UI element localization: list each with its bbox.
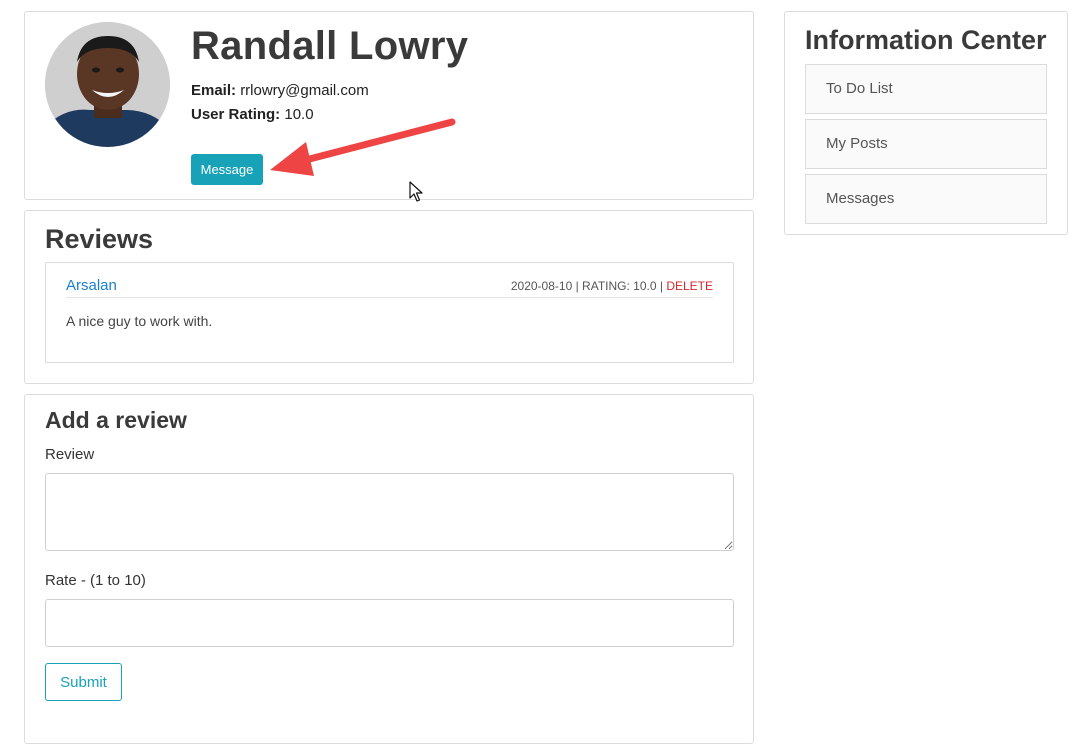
review-item: Arsalan 2020-08-10 | RATING: 10.0 | DELE… — [45, 262, 734, 363]
information-center-card: Information Center To Do List My Posts M… — [784, 11, 1068, 235]
email-value: rrlowry@gmail.com — [240, 82, 369, 99]
info-item-messages[interactable]: Messages — [805, 174, 1047, 224]
avatar-photo — [45, 22, 170, 147]
reviews-card: Reviews Arsalan 2020-08-10 | RATING: 10.… — [24, 210, 754, 384]
review-field-label: Review — [45, 446, 95, 463]
rate-field-label: Rate - (1 to 10) — [45, 572, 146, 589]
review-rating: RATING: 10.0 — [582, 279, 657, 293]
information-center-title: Information Center — [805, 25, 1047, 55]
email-line: Email: rrlowry@gmail.com — [191, 82, 369, 99]
info-item-to-do-list[interactable]: To Do List — [805, 64, 1047, 114]
delete-review-link[interactable]: DELETE — [666, 279, 713, 293]
message-button[interactable]: Message — [191, 154, 263, 185]
user-rating-label: User Rating: — [191, 106, 281, 123]
review-date: 2020-08-10 — [510, 279, 573, 293]
email-label: Email: — [191, 82, 237, 99]
review-text: A nice guy to work with. — [66, 313, 213, 329]
review-divider — [66, 297, 713, 298]
review-textarea[interactable] — [45, 473, 734, 551]
info-item-my-posts[interactable]: My Posts — [805, 119, 1047, 169]
add-review-title: Add a review — [45, 407, 187, 433]
review-meta: 2020-08-10 | RATING: 10.0 | DELETE — [511, 279, 713, 293]
review-author-link[interactable]: Arsalan — [66, 277, 117, 294]
add-review-card: Add a review Review Rate - (1 to 10) Sub… — [24, 394, 754, 744]
profile-card: Randall Lowry Email: rrlowry@gmail.com U… — [24, 11, 754, 200]
reviews-title: Reviews — [45, 224, 154, 254]
profile-name: Randall Lowry — [191, 24, 469, 68]
submit-button[interactable]: Submit — [45, 663, 122, 701]
rate-input[interactable] — [45, 599, 734, 647]
user-rating-line: User Rating: 10.0 — [191, 106, 314, 123]
user-rating-value: 10.0 — [284, 106, 314, 123]
avatar — [45, 22, 170, 147]
